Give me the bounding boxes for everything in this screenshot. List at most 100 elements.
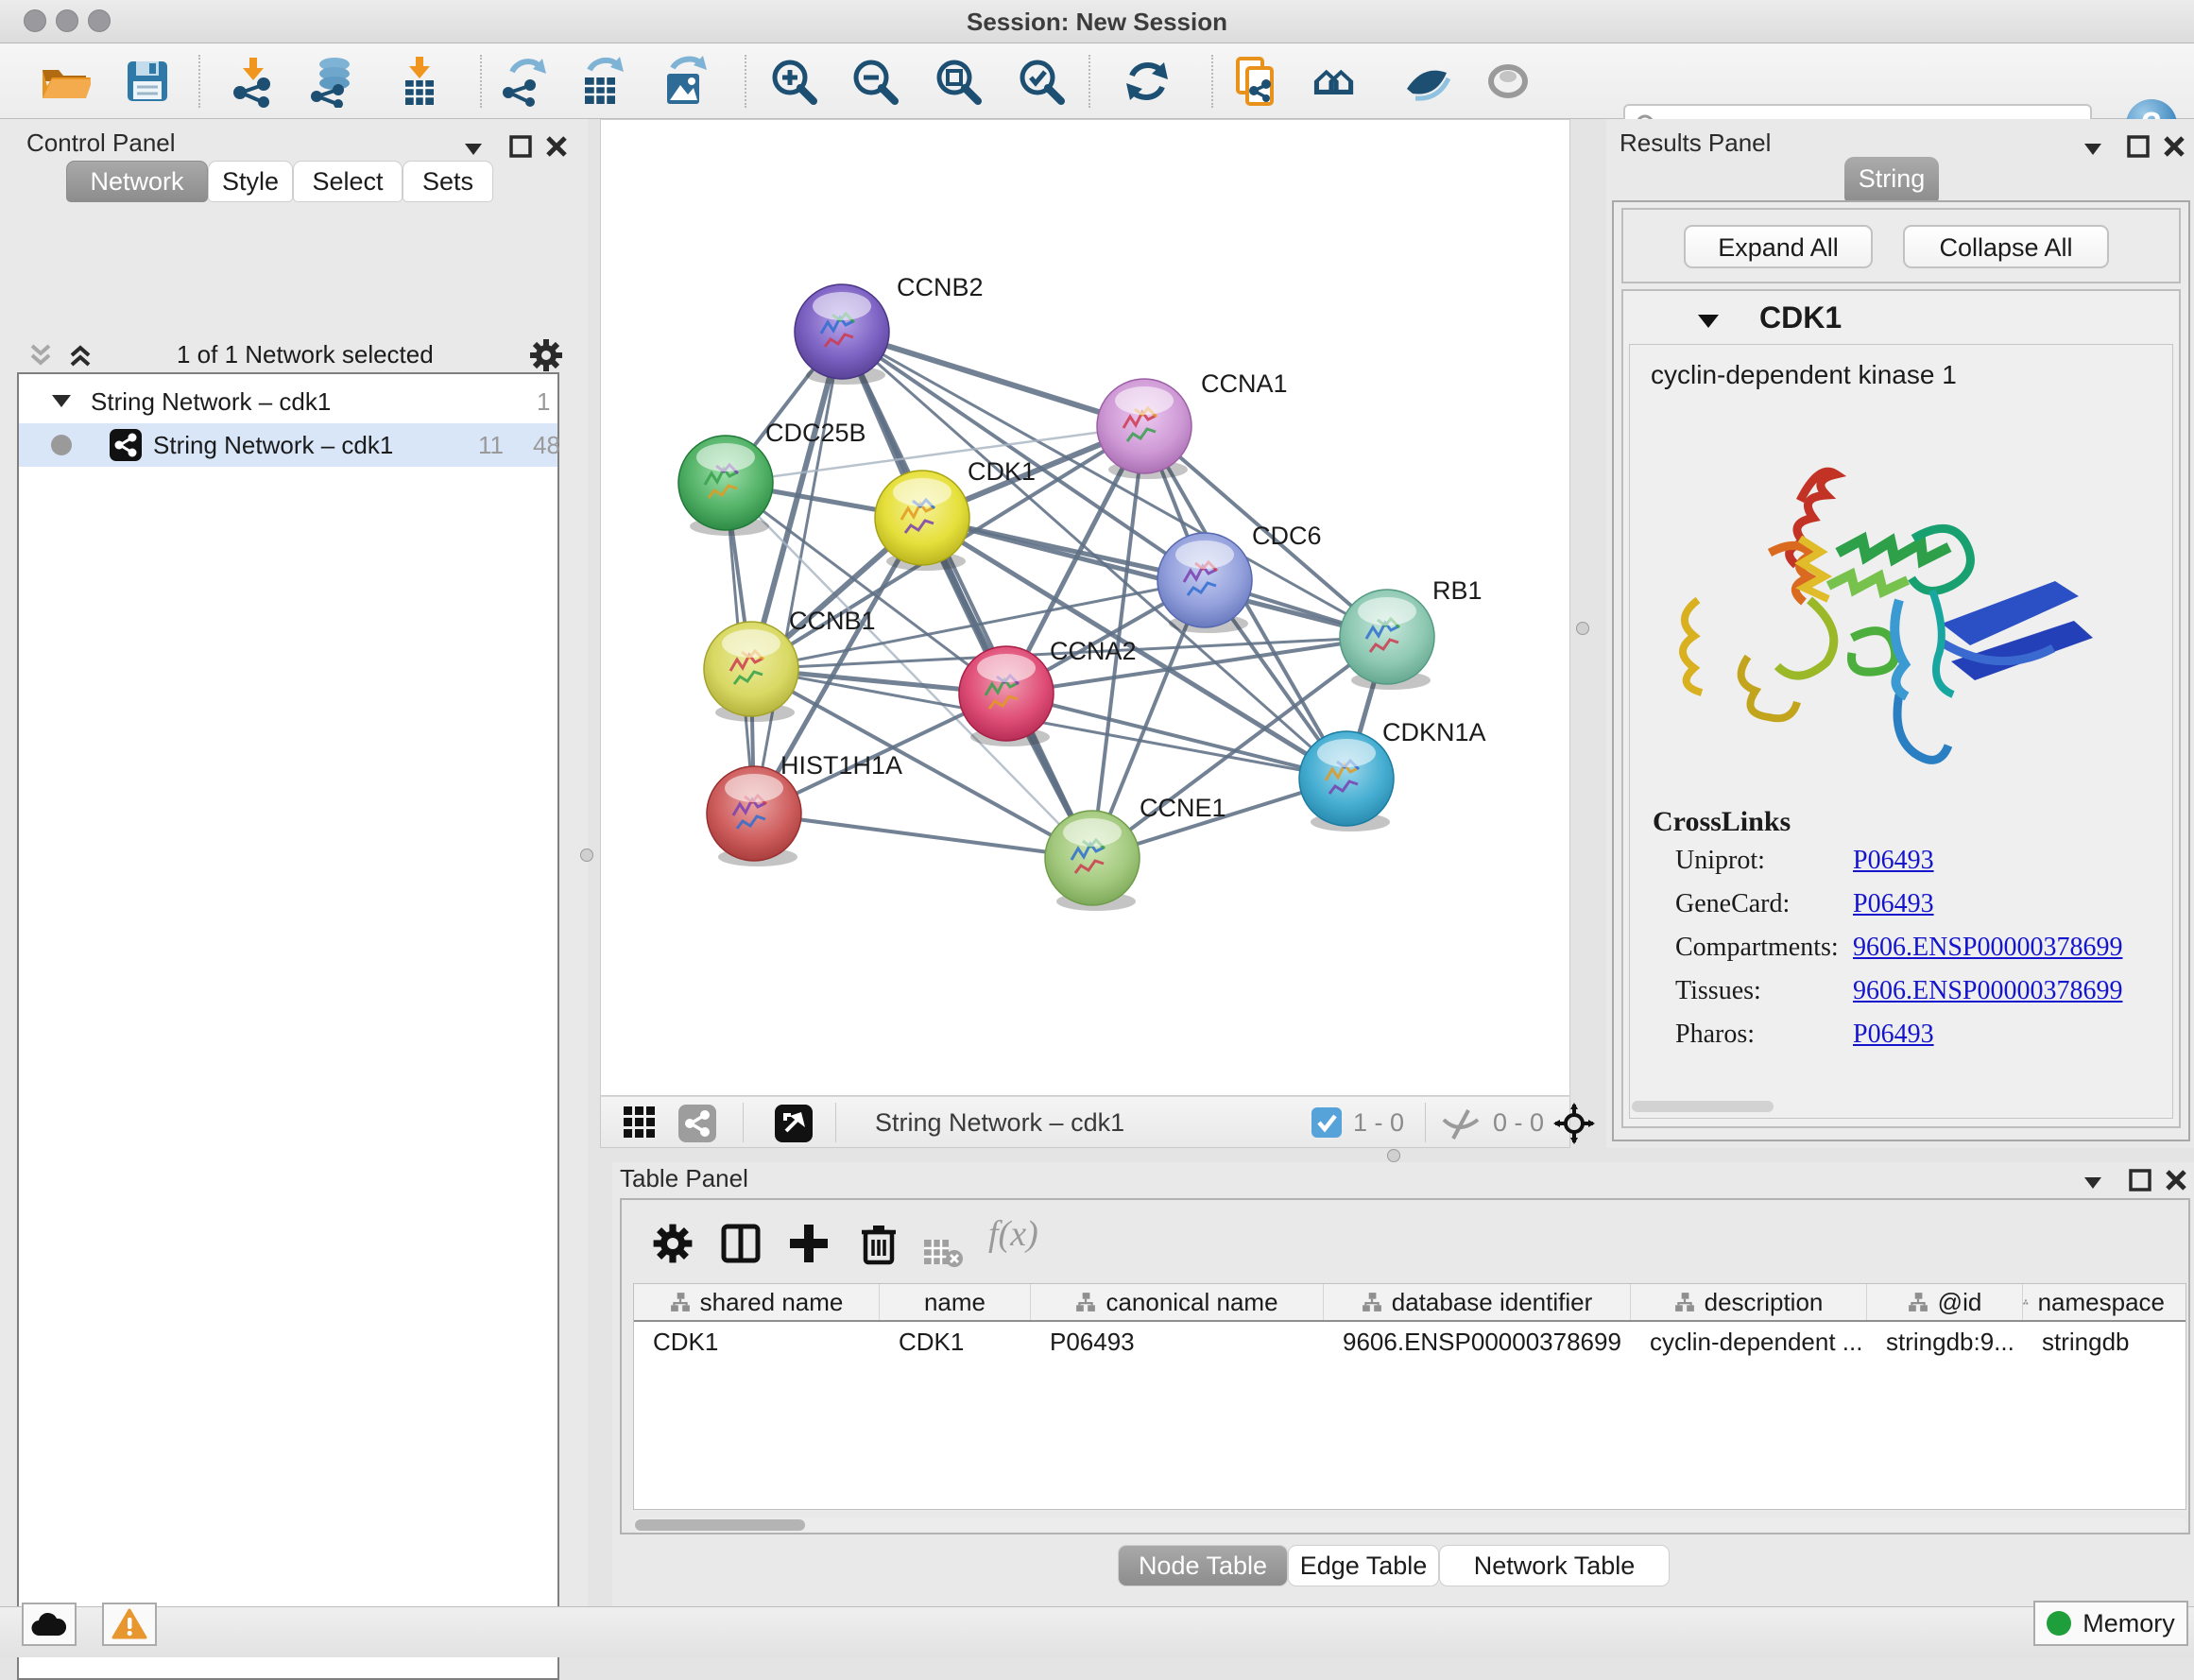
- cloud-button[interactable]: [22, 1603, 77, 1646]
- export-network-icon[interactable]: [495, 55, 548, 108]
- network-share-icon[interactable]: [678, 1105, 716, 1142]
- panel-close-icon[interactable]: [2160, 132, 2188, 161]
- node-label: CDC6: [1252, 522, 1322, 550]
- panel-menu-icon[interactable]: [459, 134, 488, 163]
- show-columns-icon[interactable]: [718, 1217, 763, 1270]
- string-network-graph[interactable]: CCNB2CCNA1CDC25BCDK1CDC6RB1CCNB1CCNA2CDK…: [601, 120, 1571, 1097]
- column-type-icon: [2023, 1292, 2029, 1312]
- panel-close-icon[interactable]: [2162, 1166, 2190, 1194]
- table-row[interactable]: CDK1 CDK1 P06493 9606.ENSP00000378699 cy…: [634, 1322, 2185, 1363]
- first-neighbors-icon[interactable]: ⌂⌂: [1311, 55, 1378, 108]
- selected-checkbox-icon[interactable]: [1311, 1107, 1342, 1138]
- panel-float-icon[interactable]: [506, 132, 535, 161]
- column-header-id[interactable]: @id: [1867, 1284, 2023, 1320]
- cell-database-identifier: 9606.ENSP00000378699: [1324, 1322, 1631, 1363]
- column-header-shared-name[interactable]: shared name: [634, 1284, 880, 1320]
- tab-select[interactable]: Select: [293, 161, 403, 202]
- import-table-icon[interactable]: [393, 55, 446, 108]
- section-expander-icon[interactable]: [1695, 310, 1722, 333]
- zoom-selected-icon[interactable]: [1015, 55, 1068, 108]
- apply-layout-icon[interactable]: [1121, 55, 1174, 108]
- network-node-CDKN1A[interactable]: CDKN1A: [1299, 718, 1486, 831]
- crosslink-compartments-link[interactable]: 9606.ENSP00000378699: [1853, 933, 2122, 963]
- column-header-namespace[interactable]: namespace: [2023, 1284, 2165, 1320]
- left-splitter-handle[interactable]: [580, 849, 593, 862]
- memory-status-icon: [2047, 1611, 2071, 1636]
- crosslink-label: Pharos:: [1675, 1020, 1755, 1050]
- tab-string[interactable]: String: [1844, 157, 1939, 202]
- network-collection-row[interactable]: String Network – cdk1 1: [19, 380, 557, 423]
- crosslink-uniprot-link[interactable]: P06493: [1853, 846, 1934, 876]
- network-selection-header: 1 of 1 Network selected: [11, 336, 576, 374]
- network-row-selected[interactable]: String Network – cdk1 11 48: [19, 423, 557, 467]
- table-gear-icon[interactable]: [650, 1217, 695, 1270]
- bottom-splitter-handle[interactable]: [1387, 1149, 1400, 1162]
- panel-float-icon[interactable]: [2124, 132, 2152, 161]
- table-hscrollbar-thumb[interactable]: [635, 1519, 805, 1531]
- open-in-window-icon[interactable]: [775, 1105, 813, 1142]
- hide-selected-icon[interactable]: [1400, 55, 1453, 108]
- panel-menu-icon[interactable]: [2079, 1168, 2107, 1196]
- tab-edge-table[interactable]: Edge Table: [1288, 1545, 1439, 1586]
- add-column-icon[interactable]: [786, 1217, 831, 1270]
- import-network-icon[interactable]: [227, 55, 280, 108]
- tab-node-table[interactable]: Node Table: [1118, 1545, 1288, 1586]
- network-edge[interactable]: [754, 814, 1092, 858]
- memory-button[interactable]: Memory: [2033, 1601, 2188, 1646]
- expand-all-button[interactable]: Expand All: [1684, 225, 1873, 268]
- network-node-HIST1H1A[interactable]: HIST1H1A: [707, 751, 902, 866]
- crosslink-tissues-link[interactable]: 9606.ENSP00000378699: [1853, 976, 2122, 1006]
- current-network-dot: [51, 435, 72, 455]
- column-header-canonical-name[interactable]: canonical name: [1031, 1284, 1324, 1320]
- export-image-icon[interactable]: [658, 55, 711, 108]
- import-database-icon[interactable]: [306, 55, 359, 108]
- panel-menu-icon[interactable]: [2079, 134, 2107, 163]
- network-node-RB1[interactable]: RB1: [1340, 576, 1483, 690]
- network-node-CCNA1[interactable]: CCNA1: [1097, 369, 1288, 479]
- memory-label: Memory: [2083, 1609, 2175, 1638]
- open-session-icon[interactable]: [38, 55, 91, 108]
- crosslink-pharos-link[interactable]: P06493: [1853, 1020, 1934, 1050]
- zoom-in-icon[interactable]: [767, 55, 820, 108]
- fit-selected-crosshair-icon[interactable]: [1553, 1103, 1595, 1144]
- export-table-icon[interactable]: [574, 55, 627, 108]
- hidden-eye-icon[interactable]: [1440, 1108, 1482, 1140]
- clipboard-network-icon[interactable]: [1228, 55, 1281, 108]
- collapse-all-chevron-icon[interactable]: [25, 340, 57, 370]
- node-label: CCNB2: [897, 273, 984, 301]
- table-header-row: shared name name canonical name database…: [634, 1284, 2185, 1322]
- footer-separator: [835, 1103, 836, 1142]
- collapse-all-button[interactable]: Collapse All: [1903, 225, 2109, 268]
- panel-float-icon[interactable]: [2126, 1166, 2154, 1194]
- column-header-description[interactable]: description: [1631, 1284, 1867, 1320]
- tree-expander-icon[interactable]: [49, 389, 74, 412]
- tab-network[interactable]: Network: [66, 161, 208, 202]
- warning-button[interactable]: [102, 1603, 157, 1646]
- network-canvas[interactable]: CCNB2CCNA1CDC25BCDK1CDC6RB1CCNB1CCNA2CDK…: [600, 119, 1570, 1096]
- network-node-CDK1[interactable]: CDK1: [875, 457, 1036, 571]
- table-panel-title: Table Panel: [620, 1164, 748, 1193]
- delete-table-icon[interactable]: [922, 1226, 964, 1279]
- right-splitter-handle[interactable]: [1576, 622, 1589, 635]
- tab-sets[interactable]: Sets: [403, 161, 493, 202]
- results-hscrollbar[interactable]: [1632, 1101, 1774, 1112]
- birds-eye-view-icon[interactable]: [622, 1105, 658, 1140]
- crosslink-genecard-link[interactable]: P06493: [1853, 889, 1934, 919]
- delete-column-icon[interactable]: [856, 1217, 901, 1270]
- tab-network-table[interactable]: Network Table: [1439, 1545, 1670, 1586]
- panel-close-icon[interactable]: [542, 132, 571, 161]
- network-node-CDC6[interactable]: CDC6: [1157, 522, 1322, 633]
- column-header-database-identifier[interactable]: database identifier: [1324, 1284, 1631, 1320]
- table-hscrollbar[interactable]: [633, 1517, 2186, 1533]
- network-node-CCNE1[interactable]: CCNE1: [1045, 794, 1226, 911]
- network-edge[interactable]: [754, 332, 842, 814]
- expand-all-chevron-icon[interactable]: [64, 340, 96, 370]
- tab-style[interactable]: Style: [208, 161, 293, 202]
- zoom-out-icon[interactable]: [848, 55, 901, 108]
- zoom-fit-icon[interactable]: [932, 55, 985, 108]
- gear-icon[interactable]: [527, 336, 565, 374]
- column-header-name[interactable]: name: [880, 1284, 1031, 1320]
- show-all-icon[interactable]: [1482, 55, 1534, 108]
- equation-fx-icon[interactable]: f(x): [988, 1213, 1038, 1266]
- save-session-icon[interactable]: [121, 55, 174, 108]
